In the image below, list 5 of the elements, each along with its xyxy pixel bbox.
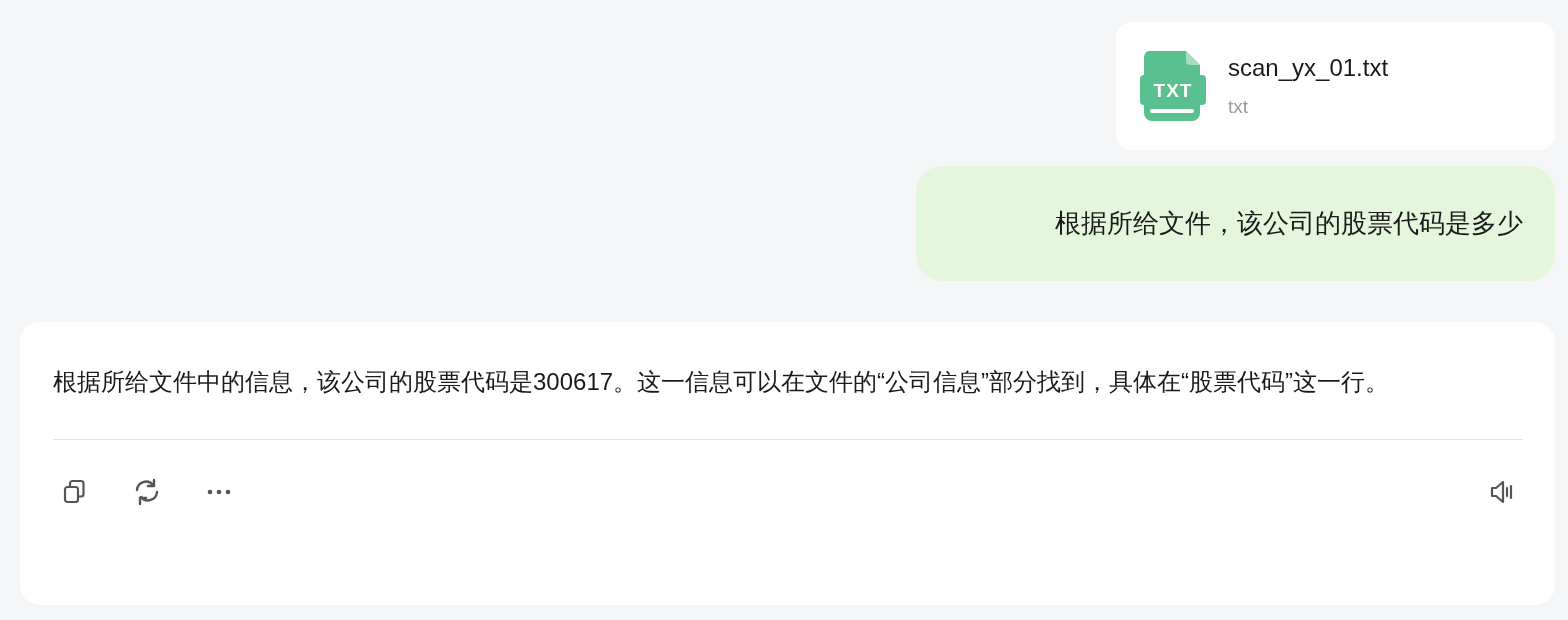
file-name: scan_yx_01.txt — [1228, 54, 1389, 82]
user-message: 根据所给文件，该公司的股票代码是多少 — [1055, 207, 1523, 240]
refresh-icon[interactable] — [133, 478, 161, 506]
file-type: txt — [1228, 96, 1250, 118]
answer-text: 根据所给文件中的信息，该公司的股票代码是300617。这一信息可以在文件的“公司信息”部分找到，具体在“股票代码”这一行。 — [53, 355, 1523, 440]
